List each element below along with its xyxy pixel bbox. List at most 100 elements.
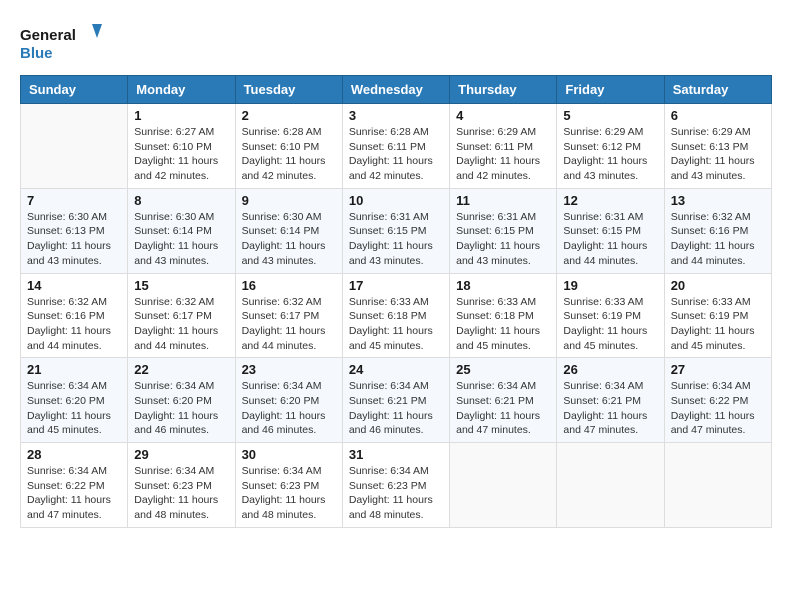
weekday-header-friday: Friday bbox=[557, 76, 664, 104]
day-number: 6 bbox=[671, 108, 765, 123]
day-number: 28 bbox=[27, 447, 121, 462]
day-number: 22 bbox=[134, 362, 228, 377]
cell-info: Sunrise: 6:30 AMSunset: 6:14 PMDaylight:… bbox=[134, 211, 218, 267]
cell-info: Sunrise: 6:31 AMSunset: 6:15 PMDaylight:… bbox=[456, 211, 540, 267]
day-number: 31 bbox=[349, 447, 443, 462]
calendar-table: SundayMondayTuesdayWednesdayThursdayFrid… bbox=[20, 75, 772, 528]
calendar-week-row: 28 Sunrise: 6:34 AMSunset: 6:22 PMDayligh… bbox=[21, 443, 772, 528]
calendar-week-row: 1 Sunrise: 6:27 AMSunset: 6:10 PMDaylight… bbox=[21, 104, 772, 189]
calendar-cell: 21 Sunrise: 6:34 AMSunset: 6:20 PMDayligh… bbox=[21, 358, 128, 443]
day-number: 9 bbox=[242, 193, 336, 208]
weekday-header-row: SundayMondayTuesdayWednesdayThursdayFrid… bbox=[21, 76, 772, 104]
cell-info: Sunrise: 6:34 AMSunset: 6:20 PMDaylight:… bbox=[27, 380, 111, 436]
calendar-cell: 7Sunrise: 6:30 AMSunset: 6:13 PMDaylight… bbox=[21, 188, 128, 273]
day-number: 18 bbox=[456, 278, 550, 293]
cell-info: Sunrise: 6:28 AMSunset: 6:10 PMDaylight:… bbox=[242, 126, 326, 182]
calendar-cell: 28 Sunrise: 6:34 AMSunset: 6:22 PMDayligh… bbox=[21, 443, 128, 528]
day-number: 26 bbox=[563, 362, 657, 377]
cell-info: Sunrise: 6:29 AMSunset: 6:11 PMDaylight:… bbox=[456, 126, 540, 182]
weekday-header-tuesday: Tuesday bbox=[235, 76, 342, 104]
calendar-cell: 26 Sunrise: 6:34 AMSunset: 6:21 PMDayligh… bbox=[557, 358, 664, 443]
calendar-cell: 19 Sunrise: 6:33 AMSunset: 6:19 PMDayligh… bbox=[557, 273, 664, 358]
cell-info: Sunrise: 6:31 AMSunset: 6:15 PMDaylight:… bbox=[349, 211, 433, 267]
svg-text:Blue: Blue bbox=[20, 45, 53, 62]
weekday-header-thursday: Thursday bbox=[450, 76, 557, 104]
cell-info: Sunrise: 6:33 AMSunset: 6:19 PMDaylight:… bbox=[671, 296, 755, 352]
cell-info: Sunrise: 6:32 AMSunset: 6:17 PMDaylight:… bbox=[242, 296, 326, 352]
logo-svg: General Blue bbox=[20, 20, 110, 65]
calendar-cell: 3Sunrise: 6:28 AMSunset: 6:11 PMDaylight… bbox=[342, 104, 449, 189]
cell-info: Sunrise: 6:34 AMSunset: 6:22 PMDaylight:… bbox=[671, 380, 755, 436]
day-number: 5 bbox=[563, 108, 657, 123]
cell-info: Sunrise: 6:34 AMSunset: 6:22 PMDaylight:… bbox=[27, 465, 111, 521]
cell-info: Sunrise: 6:33 AMSunset: 6:18 PMDaylight:… bbox=[349, 296, 433, 352]
day-number: 25 bbox=[456, 362, 550, 377]
cell-info: Sunrise: 6:34 AMSunset: 6:23 PMDaylight:… bbox=[134, 465, 218, 521]
calendar-cell bbox=[21, 104, 128, 189]
day-number: 27 bbox=[671, 362, 765, 377]
day-number: 14 bbox=[27, 278, 121, 293]
cell-info: Sunrise: 6:27 AMSunset: 6:10 PMDaylight:… bbox=[134, 126, 218, 182]
calendar-cell: 6 Sunrise: 6:29 AMSunset: 6:13 PMDaylight… bbox=[664, 104, 771, 189]
cell-info: Sunrise: 6:30 AMSunset: 6:13 PMDaylight:… bbox=[27, 211, 111, 267]
calendar-cell: 12Sunrise: 6:31 AMSunset: 6:15 PMDayligh… bbox=[557, 188, 664, 273]
day-number: 17 bbox=[349, 278, 443, 293]
cell-info: Sunrise: 6:34 AMSunset: 6:20 PMDaylight:… bbox=[242, 380, 326, 436]
page-header: General Blue bbox=[20, 20, 772, 65]
cell-info: Sunrise: 6:34 AMSunset: 6:21 PMDaylight:… bbox=[456, 380, 540, 436]
day-number: 23 bbox=[242, 362, 336, 377]
day-number: 16 bbox=[242, 278, 336, 293]
calendar-cell: 1 Sunrise: 6:27 AMSunset: 6:10 PMDaylight… bbox=[128, 104, 235, 189]
calendar-cell: 5 Sunrise: 6:29 AMSunset: 6:12 PMDaylight… bbox=[557, 104, 664, 189]
calendar-cell: 23 Sunrise: 6:34 AMSunset: 6:20 PMDayligh… bbox=[235, 358, 342, 443]
calendar-cell: 30 Sunrise: 6:34 AMSunset: 6:23 PMDayligh… bbox=[235, 443, 342, 528]
calendar-cell: 15Sunrise: 6:32 AMSunset: 6:17 PMDayligh… bbox=[128, 273, 235, 358]
svg-text:General: General bbox=[20, 27, 76, 44]
day-number: 30 bbox=[242, 447, 336, 462]
day-number: 21 bbox=[27, 362, 121, 377]
cell-info: Sunrise: 6:33 AMSunset: 6:19 PMDaylight:… bbox=[563, 296, 647, 352]
calendar-cell: 27 Sunrise: 6:34 AMSunset: 6:22 PMDayligh… bbox=[664, 358, 771, 443]
day-number: 3 bbox=[349, 108, 443, 123]
cell-info: Sunrise: 6:34 AMSunset: 6:21 PMDaylight:… bbox=[563, 380, 647, 436]
day-number: 29 bbox=[134, 447, 228, 462]
cell-info: Sunrise: 6:32 AMSunset: 6:17 PMDaylight:… bbox=[134, 296, 218, 352]
calendar-cell: 22 Sunrise: 6:34 AMSunset: 6:20 PMDayligh… bbox=[128, 358, 235, 443]
calendar-cell: 31 Sunrise: 6:34 AMSunset: 6:23 PMDayligh… bbox=[342, 443, 449, 528]
calendar-cell: 13Sunrise: 6:32 AMSunset: 6:16 PMDayligh… bbox=[664, 188, 771, 273]
calendar-cell: 14Sunrise: 6:32 AMSunset: 6:16 PMDayligh… bbox=[21, 273, 128, 358]
day-number: 2 bbox=[242, 108, 336, 123]
calendar-cell: 29 Sunrise: 6:34 AMSunset: 6:23 PMDayligh… bbox=[128, 443, 235, 528]
calendar-cell bbox=[557, 443, 664, 528]
cell-info: Sunrise: 6:34 AMSunset: 6:20 PMDaylight:… bbox=[134, 380, 218, 436]
calendar-week-row: 14Sunrise: 6:32 AMSunset: 6:16 PMDayligh… bbox=[21, 273, 772, 358]
calendar-cell: 17 Sunrise: 6:33 AMSunset: 6:18 PMDayligh… bbox=[342, 273, 449, 358]
cell-info: Sunrise: 6:34 AMSunset: 6:23 PMDaylight:… bbox=[349, 465, 433, 521]
day-number: 19 bbox=[563, 278, 657, 293]
logo: General Blue bbox=[20, 20, 110, 65]
cell-info: Sunrise: 6:29 AMSunset: 6:12 PMDaylight:… bbox=[563, 126, 647, 182]
day-number: 11 bbox=[456, 193, 550, 208]
calendar-week-row: 21 Sunrise: 6:34 AMSunset: 6:20 PMDayligh… bbox=[21, 358, 772, 443]
day-number: 1 bbox=[134, 108, 228, 123]
cell-info: Sunrise: 6:34 AMSunset: 6:23 PMDaylight:… bbox=[242, 465, 326, 521]
cell-info: Sunrise: 6:34 AMSunset: 6:21 PMDaylight:… bbox=[349, 380, 433, 436]
calendar-cell: 4Sunrise: 6:29 AMSunset: 6:11 PMDaylight… bbox=[450, 104, 557, 189]
cell-info: Sunrise: 6:29 AMSunset: 6:13 PMDaylight:… bbox=[671, 126, 755, 182]
day-number: 10 bbox=[349, 193, 443, 208]
calendar-cell: 2 Sunrise: 6:28 AMSunset: 6:10 PMDaylight… bbox=[235, 104, 342, 189]
calendar-cell: 18Sunrise: 6:33 AMSunset: 6:18 PMDayligh… bbox=[450, 273, 557, 358]
cell-info: Sunrise: 6:31 AMSunset: 6:15 PMDaylight:… bbox=[563, 211, 647, 267]
weekday-header-wednesday: Wednesday bbox=[342, 76, 449, 104]
calendar-cell: 10 Sunrise: 6:31 AMSunset: 6:15 PMDayligh… bbox=[342, 188, 449, 273]
calendar-week-row: 7Sunrise: 6:30 AMSunset: 6:13 PMDaylight… bbox=[21, 188, 772, 273]
day-number: 20 bbox=[671, 278, 765, 293]
calendar-cell: 20 Sunrise: 6:33 AMSunset: 6:19 PMDayligh… bbox=[664, 273, 771, 358]
day-number: 8 bbox=[134, 193, 228, 208]
calendar-cell: 25 Sunrise: 6:34 AMSunset: 6:21 PMDayligh… bbox=[450, 358, 557, 443]
cell-info: Sunrise: 6:30 AMSunset: 6:14 PMDaylight:… bbox=[242, 211, 326, 267]
calendar-cell bbox=[450, 443, 557, 528]
weekday-header-sunday: Sunday bbox=[21, 76, 128, 104]
cell-info: Sunrise: 6:32 AMSunset: 6:16 PMDaylight:… bbox=[671, 211, 755, 267]
weekday-header-monday: Monday bbox=[128, 76, 235, 104]
